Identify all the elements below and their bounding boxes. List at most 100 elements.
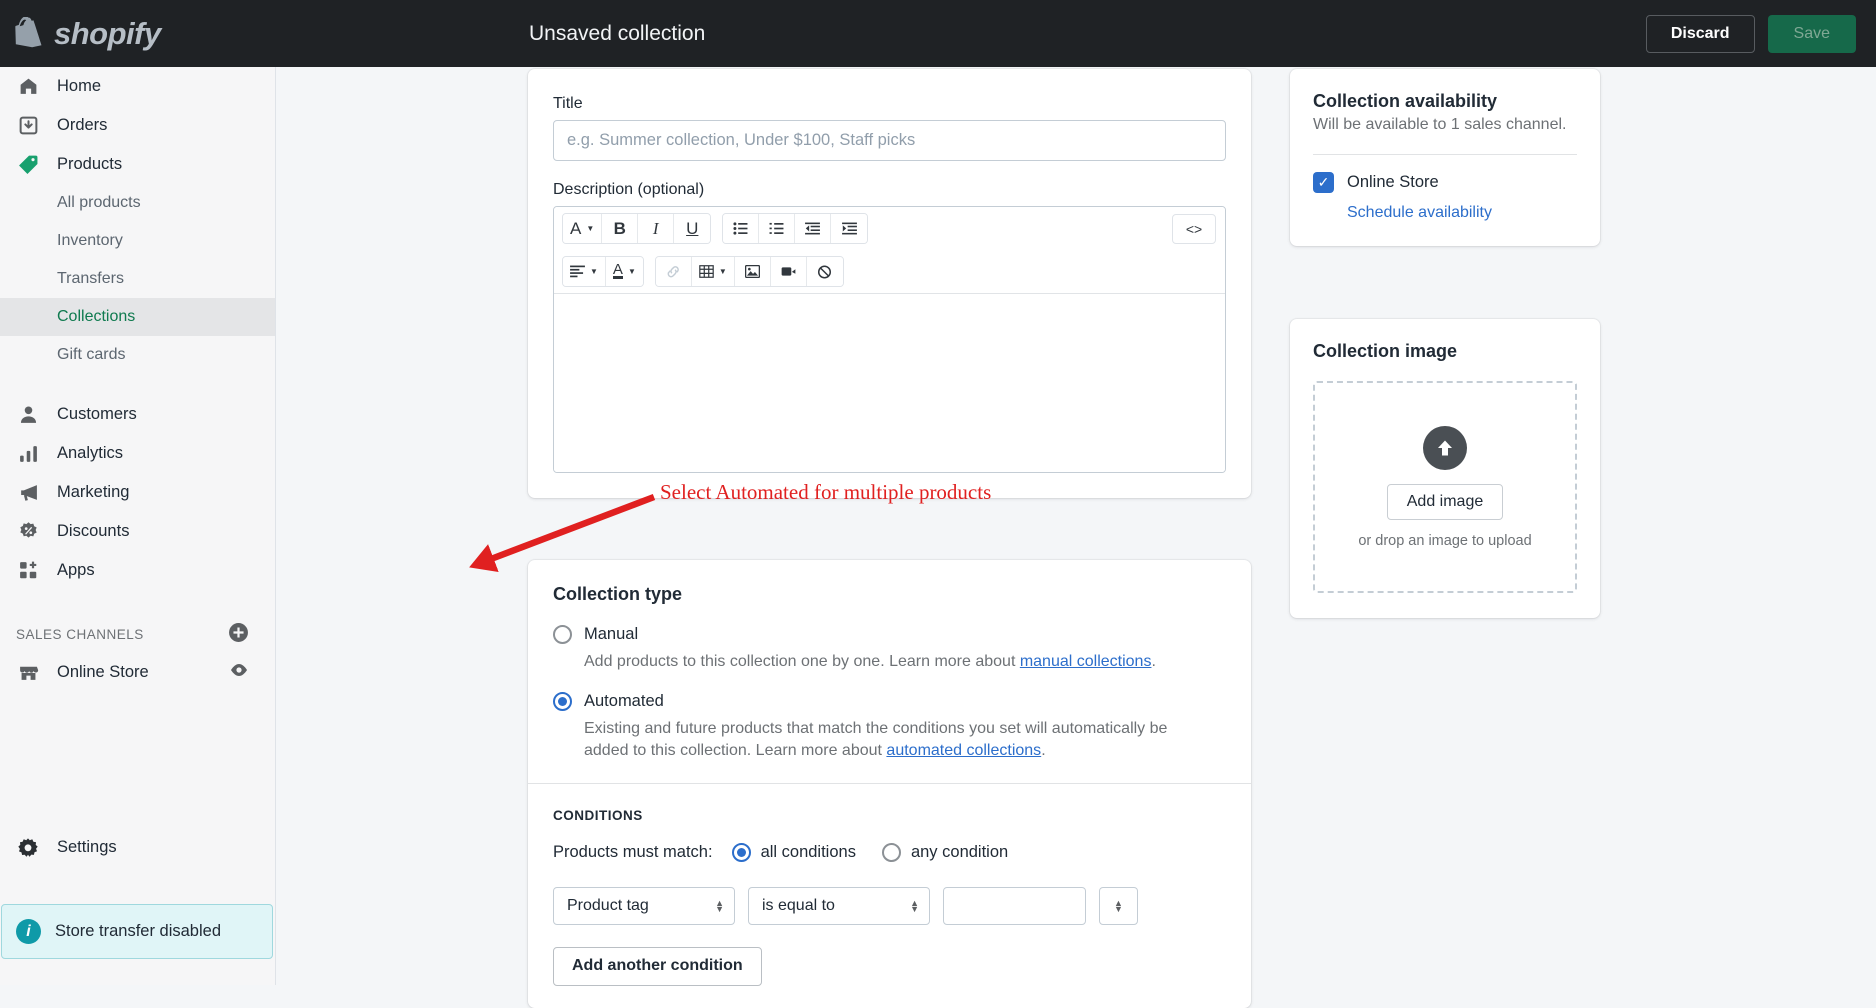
collection-image-card: Collection image Add image or drop an im… — [1290, 319, 1600, 618]
description-textarea[interactable] — [554, 293, 1225, 472]
match-row: Products must match: all conditions any … — [553, 843, 1226, 862]
automated-help-prefix: Existing and future products that match … — [584, 720, 1167, 758]
sidebar-item-analytics[interactable]: Analytics — [0, 434, 275, 473]
online-store-checkbox-row[interactable]: ✓ Online Store — [1313, 172, 1577, 193]
person-icon — [16, 403, 40, 427]
main-content: Title Description (optional) A▼ B I U — [277, 67, 1876, 985]
schedule-availability-link[interactable]: Schedule availability — [1347, 204, 1492, 222]
underline-glyph: U — [686, 219, 698, 239]
plus-circle-icon[interactable] — [228, 622, 249, 646]
condition-value-input[interactable] — [943, 887, 1086, 925]
sidebar-item-online-store[interactable]: Online Store — [0, 653, 275, 692]
sidebar-subitem-inventory[interactable]: Inventory — [0, 222, 275, 260]
condition-stepper[interactable]: ▲▼ — [1099, 887, 1138, 925]
table-dropdown[interactable]: ▼ — [692, 257, 735, 286]
add-another-condition-button[interactable]: Add another condition — [553, 947, 762, 986]
storefront-icon — [16, 661, 40, 685]
description-editor: A▼ B I U — [553, 206, 1226, 473]
italic-button[interactable]: I — [638, 214, 674, 243]
sidebar-item-orders[interactable]: Orders — [0, 106, 275, 145]
sidebar-spacer-2 — [0, 590, 275, 615]
online-store-checkbox[interactable]: ✓ — [1313, 172, 1334, 193]
sidebar-subitem-gift-cards[interactable]: Gift cards — [0, 336, 275, 374]
sidebar-item-discounts[interactable]: Discounts — [0, 512, 275, 551]
gear-icon — [16, 836, 40, 860]
image-dropzone[interactable]: Add image or drop an image to upload — [1313, 381, 1577, 593]
automated-help-suffix: . — [1041, 742, 1045, 759]
discount-badge-icon — [16, 520, 40, 544]
add-image-button[interactable]: Add image — [1387, 484, 1504, 520]
megaphone-icon — [16, 481, 40, 505]
automated-radio-control[interactable] — [553, 692, 572, 711]
bulleted-list-button[interactable] — [723, 214, 759, 243]
sidebar-item-products[interactable]: Products — [0, 145, 275, 184]
manual-collections-link[interactable]: manual collections — [1020, 653, 1152, 670]
sidebar-subitem-label: Inventory — [57, 232, 123, 250]
automated-collections-link[interactable]: automated collections — [886, 742, 1041, 759]
topbar-actions: Discard Save — [1646, 15, 1856, 53]
sidebar: Home Orders Products All products Invent… — [0, 67, 276, 985]
text-color-glyph: A — [613, 264, 623, 279]
sidebar-item-settings[interactable]: Settings — [0, 828, 275, 867]
clear-formatting-button[interactable] — [807, 257, 843, 286]
sidebar-item-home[interactable]: Home — [0, 67, 275, 106]
italic-glyph: I — [653, 219, 659, 239]
all-conditions-radio-control[interactable] — [732, 843, 751, 862]
html-code-button[interactable]: <> — [1172, 214, 1216, 244]
sidebar-item-label: Products — [57, 155, 122, 174]
align-dropdown[interactable]: ▼ — [563, 257, 606, 286]
sidebar-item-label: Settings — [57, 838, 117, 857]
save-button[interactable]: Save — [1768, 15, 1856, 53]
text-color-dropdown[interactable]: A ▼ — [606, 257, 643, 286]
shopify-wordmark: shopify — [54, 16, 161, 52]
sidebar-item-customers[interactable]: Customers — [0, 395, 275, 434]
eye-icon[interactable] — [229, 660, 249, 685]
sidebar-subitem-collections[interactable]: Collections — [0, 298, 275, 336]
collection-availability-card: Collection availability Will be availabl… — [1290, 69, 1600, 246]
radio-automated[interactable]: Automated — [553, 692, 1226, 711]
insert-image-button[interactable] — [735, 257, 771, 286]
apps-grid-plus-icon — [16, 559, 40, 583]
availability-divider — [1313, 154, 1577, 155]
bold-button[interactable]: B — [602, 214, 638, 243]
radio-any-condition[interactable]: any condition — [882, 843, 1008, 862]
orders-inbox-icon — [16, 114, 40, 138]
numbered-list-button[interactable] — [759, 214, 795, 243]
any-condition-radio-control[interactable] — [882, 843, 901, 862]
title-input[interactable] — [553, 120, 1226, 161]
manual-radio-control[interactable] — [553, 625, 572, 644]
all-conditions-label: all conditions — [761, 843, 856, 862]
page-title: Unsaved collection — [529, 22, 705, 46]
sidebar-subitem-transfers[interactable]: Transfers — [0, 260, 275, 298]
insert-video-button[interactable] — [771, 257, 807, 286]
condition-operator-select[interactable]: is equal to ▲▼ — [748, 887, 930, 925]
sidebar-item-apps[interactable]: Apps — [0, 551, 275, 590]
availability-title: Collection availability — [1313, 91, 1577, 112]
editor-toolbar-row-2: ▼ A ▼ ▼ — [554, 250, 1225, 293]
indent-button[interactable] — [831, 214, 867, 243]
align-color-group: ▼ A ▼ — [562, 256, 644, 287]
title-label: Title — [553, 95, 1226, 113]
shopify-bag-icon — [14, 17, 44, 51]
any-condition-label: any condition — [911, 843, 1008, 862]
sidebar-item-marketing[interactable]: Marketing — [0, 473, 275, 512]
bar-chart-icon — [16, 442, 40, 466]
collection-details-card: Title Description (optional) A▼ B I U — [528, 69, 1251, 498]
condition-field-select[interactable]: Product tag ▲▼ — [553, 887, 735, 925]
radio-manual[interactable]: Manual — [553, 625, 1226, 644]
top-bar: shopify Unsaved collection Discard Save — [0, 0, 1876, 67]
automated-help-text: Existing and future products that match … — [584, 718, 1204, 761]
list-indent-group — [722, 213, 868, 244]
outdent-button[interactable] — [795, 214, 831, 243]
availability-subtitle: Will be available to 1 sales channel. — [1313, 116, 1577, 134]
products-tag-icon — [16, 153, 40, 177]
sidebar-subitem-all-products[interactable]: All products — [0, 184, 275, 222]
link-button[interactable] — [656, 257, 692, 286]
sidebar-item-label: Orders — [57, 116, 107, 135]
underline-button[interactable]: U — [674, 214, 710, 243]
shopify-logo[interactable]: shopify — [0, 16, 276, 52]
radio-all-conditions[interactable]: all conditions — [732, 843, 856, 862]
store-transfer-banner[interactable]: i Store transfer disabled — [1, 904, 273, 959]
discard-button[interactable]: Discard — [1646, 15, 1755, 53]
font-style-dropdown[interactable]: A▼ — [563, 214, 602, 243]
